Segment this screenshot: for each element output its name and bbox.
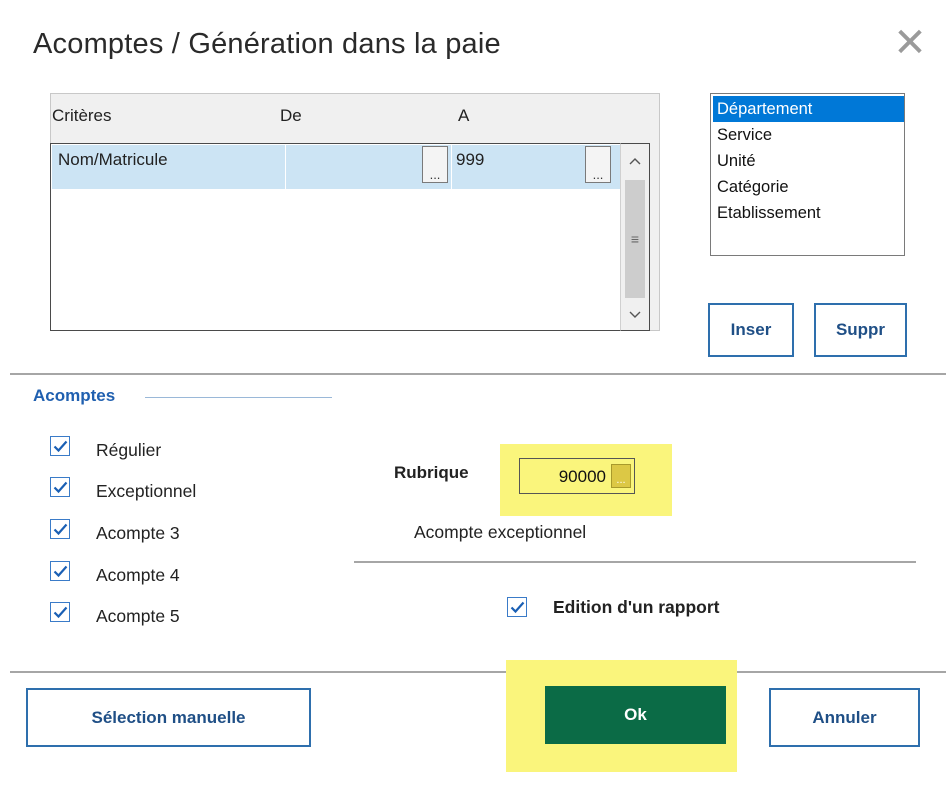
cell-separator (285, 145, 286, 189)
checkbox-label: Exceptionnel (96, 481, 197, 501)
ok-button[interactable]: Ok (545, 686, 726, 744)
checkmark-icon (53, 606, 68, 619)
checkmark-icon (510, 601, 525, 614)
list-item[interactable]: Département (713, 96, 904, 122)
rubrique-lookup-button[interactable]: ... (611, 464, 631, 488)
annuler-button[interactable]: Annuler (769, 688, 920, 747)
selection-manuelle-button[interactable]: Sélection manuelle (26, 688, 311, 747)
close-icon[interactable]: ✕ (893, 23, 927, 63)
section-title-acomptes: Acomptes (33, 386, 116, 405)
checkmark-icon (53, 565, 68, 578)
list-item[interactable]: Service (713, 122, 904, 148)
de-lookup-button[interactable]: ... (422, 146, 448, 183)
checkmark-icon (53, 440, 68, 453)
list-item[interactable]: Catégorie (713, 174, 904, 200)
checkbox[interactable] (50, 436, 70, 456)
divider (10, 671, 946, 673)
column-header-criteres: Critères (52, 106, 112, 125)
a-lookup-button[interactable]: ... (585, 146, 611, 183)
divider (354, 561, 916, 563)
checkbox-label: Acompte 4 (96, 565, 180, 585)
inser-button[interactable]: Inser (708, 303, 794, 357)
list-item[interactable]: Unité (713, 148, 904, 174)
rubrique-value: 90000 (558, 467, 606, 486)
checkbox[interactable] (50, 477, 70, 497)
checkbox[interactable] (507, 597, 527, 617)
list-item[interactable]: Etablissement (713, 200, 904, 226)
checkbox-label: Régulier (96, 440, 162, 460)
checkbox-label: Acompte 5 (96, 606, 180, 626)
checkbox-label: Acompte 3 (96, 523, 180, 543)
section-underline (145, 397, 332, 398)
groups-listbox[interactable]: Département Service Unité Catégorie Etab… (710, 93, 905, 256)
suppr-button[interactable]: Suppr (814, 303, 907, 357)
chevron-up-icon[interactable] (621, 146, 649, 174)
column-header-de: De (280, 106, 302, 125)
chevron-down-icon[interactable] (621, 300, 649, 328)
column-header-a: A (458, 106, 470, 125)
checkbox[interactable] (50, 519, 70, 539)
rubrique-label: Rubrique (394, 463, 469, 482)
checkbox[interactable] (50, 561, 70, 581)
edition-rapport-label: Edition d'un rapport (553, 597, 720, 617)
cell-separator (451, 145, 452, 189)
rubrique-input[interactable]: 90000 ... (519, 458, 635, 494)
cell-a[interactable]: 999 (456, 150, 484, 170)
rubrique-description: Acompte exceptionnel (414, 522, 587, 542)
dialog: Acomptes / Génération dans la paie ✕ Cri… (10, 0, 946, 787)
checkmark-icon (53, 523, 68, 536)
divider (10, 373, 946, 375)
cell-critere[interactable]: Nom/Matricule (58, 150, 168, 170)
checkbox[interactable] (50, 602, 70, 622)
criteria-scrollbar[interactable]: ≡ (620, 143, 650, 331)
scrollbar-thumb[interactable]: ≡ (625, 180, 645, 298)
checkmark-icon (53, 481, 68, 494)
dialog-title: Acomptes / Génération dans la paie (33, 28, 501, 60)
